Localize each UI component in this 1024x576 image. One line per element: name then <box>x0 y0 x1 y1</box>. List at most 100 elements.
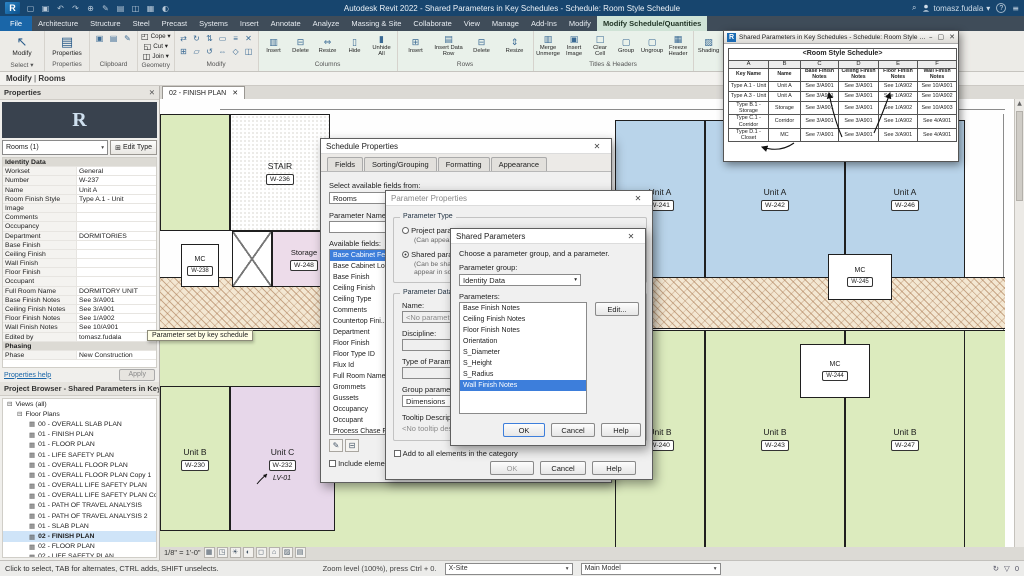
property-row[interactable]: Occupant <box>3 277 156 286</box>
modify-tool-icon[interactable]: ◇ <box>230 47 242 59</box>
property-row[interactable]: Wall Finish NotesSee 10/A901 <box>3 323 156 332</box>
parameter-item[interactable]: Base Finish Notes <box>460 303 586 314</box>
edit-parameter-icon[interactable]: ✎ <box>329 439 343 452</box>
help-icon[interactable]: ? <box>996 3 1006 13</box>
property-row[interactable]: Base Finish NotesSee 3/A901 <box>3 296 156 305</box>
geometry-tool[interactable]: ◱Cut ▾ <box>144 42 168 51</box>
close-icon[interactable]: ✕ <box>949 33 955 41</box>
tree-item[interactable]: ▦01 - PATH OF TRAVEL ANALYSIS 2 <box>3 511 156 521</box>
parameter-item[interactable]: Ceiling Finish Notes <box>460 314 586 325</box>
ribbon-tab[interactable]: Insert <box>234 16 265 31</box>
ok-button[interactable]: OK <box>490 461 534 475</box>
close-icon[interactable]: ✕ <box>232 89 238 97</box>
titles-tool[interactable]: ▢Group <box>615 38 638 54</box>
modify-tool-icon[interactable]: ▱ <box>191 47 203 59</box>
modify-tool-icon[interactable]: ✕ <box>243 34 255 46</box>
tree-item[interactable]: ▦01 - OVERALL LIFE SAFETY PLAN Copy <box>3 491 156 501</box>
room-unit-b[interactable]: Unit BW-230 <box>160 386 230 531</box>
shaft[interactable] <box>232 231 272 287</box>
panel-label-select[interactable]: Select ▾ <box>0 61 44 71</box>
tree-item[interactable]: ⊟Views (all) <box>3 399 156 409</box>
view-control-icon[interactable]: ◐ <box>243 547 254 558</box>
properties-help-link[interactable]: Properties help <box>4 372 51 379</box>
workset-dropdown[interactable]: X-Site▾ <box>445 563 573 575</box>
tree-item[interactable]: ▦00 - OVERALL SLAB PLAN <box>3 419 156 429</box>
view-control-icon[interactable]: ◻ <box>256 547 267 558</box>
room-mc[interactable]: MCW-238 <box>181 244 219 287</box>
quick-access-icon[interactable]: ▣ <box>40 4 51 13</box>
tree-item[interactable]: ▦02 - FINISH PLAN <box>3 531 156 541</box>
view-control-icon[interactable]: ▨ <box>282 547 293 558</box>
scroll-up-icon[interactable]: ▲ <box>1015 99 1024 109</box>
ribbon-tab[interactable]: Annotate <box>265 16 307 31</box>
property-row[interactable]: NameUnit A <box>3 186 156 195</box>
minimize-icon[interactable]: – <box>929 33 933 41</box>
ribbon-tab[interactable]: Manage <box>486 16 525 31</box>
property-row[interactable]: NumberW-237 <box>3 176 156 185</box>
property-row[interactable]: Image <box>3 204 156 213</box>
modify-tool-icon[interactable]: ≡ <box>230 34 242 46</box>
quick-access-icon[interactable]: ▦ <box>145 4 156 13</box>
column-letter[interactable]: F <box>918 61 957 69</box>
clipboard-tool-icon[interactable]: ✎ <box>121 34 134 43</box>
help-button[interactable]: Help <box>601 423 641 437</box>
schedule-window-titlebar[interactable]: R Shared Parameters in Key Schedules - S… <box>724 31 958 44</box>
property-row[interactable]: Base Finish <box>3 241 156 250</box>
column-header[interactable]: Ceiling Finish Notes <box>839 69 879 82</box>
schedule-row[interactable]: Type C.1 - CorridorCorridorSee 3/A901 Se… <box>729 115 957 128</box>
modify-tool-icon[interactable]: ⇔ <box>217 47 229 59</box>
ribbon-tab[interactable]: Collaborate <box>407 16 457 31</box>
columns-tool[interactable]: ▮Unhide All <box>370 35 394 58</box>
property-row[interactable]: Occupancy <box>3 222 156 231</box>
property-row[interactable]: Wall Finish <box>3 259 156 268</box>
tab-file[interactable]: File <box>0 16 32 31</box>
maximize-icon[interactable]: ▢ <box>938 33 945 41</box>
column-letter[interactable]: A <box>729 61 769 69</box>
room-style-schedule-table[interactable]: <Room Style Schedule> ABCDEF Key NameNam… <box>728 48 957 142</box>
quick-access-icon[interactable]: ◐ <box>160 4 171 13</box>
quick-access-icon[interactable]: ↷ <box>70 4 81 13</box>
edit-button[interactable]: Edit... <box>595 302 639 316</box>
property-row[interactable]: Ceiling Finish NotesSee 3/A901 <box>3 305 156 314</box>
rows-tool[interactable]: ⇕Resize <box>500 38 530 54</box>
column-letter[interactable]: C <box>801 61 839 69</box>
column-letter[interactable]: E <box>879 61 918 69</box>
property-row[interactable]: Ceiling Finish <box>3 250 156 259</box>
radio-icon[interactable] <box>402 251 409 258</box>
quick-access-icon[interactable]: ▢ <box>25 4 36 13</box>
dialog-tab[interactable]: Sorting/Grouping <box>364 157 437 171</box>
property-row[interactable]: Phasing <box>3 342 156 351</box>
edit-type-button[interactable]: ⊞Edit Type <box>110 140 157 155</box>
rows-tool[interactable]: ▤Insert Data Row <box>434 35 464 58</box>
ribbon-tab[interactable]: Analyze <box>307 16 346 31</box>
tree-item[interactable]: ▦01 - OVERALL FLOOR PLAN <box>3 460 156 470</box>
room-stair[interactable]: STAIRW-236 <box>230 114 330 231</box>
schedule-row[interactable]: Type B.1 - StorageStorageSee 3/A901 See … <box>729 101 957 114</box>
view-control-icon[interactable]: ▤ <box>295 547 306 558</box>
property-row[interactable]: Edited bytomasz.fudala <box>3 333 156 342</box>
geometry-tool[interactable]: ◫Join ▾ <box>143 52 169 61</box>
view-control-icon[interactable]: ▦ <box>204 547 215 558</box>
parameter-item[interactable]: S_Diameter <box>460 347 586 358</box>
ribbon-tab[interactable]: Massing & Site <box>345 16 407 31</box>
revit-logo-icon[interactable]: R <box>5 2 20 14</box>
quick-access-icon[interactable]: ⊕ <box>85 4 96 13</box>
titles-tool[interactable]: ▦Freeze Header <box>667 35 690 58</box>
scrollbar-thumb[interactable] <box>1016 111 1023 201</box>
parameters-list[interactable]: Base Finish NotesCeiling Finish NotesFlo… <box>459 302 587 414</box>
titles-tool[interactable]: ▣Insert Image <box>563 35 586 58</box>
view-scale[interactable]: 1/8" = 1'-0" <box>164 548 201 557</box>
column-header[interactable]: Key Name <box>729 69 769 82</box>
view-control-icon[interactable]: ⌂ <box>269 547 280 558</box>
parameter-item[interactable]: S_Radius <box>460 369 586 380</box>
quick-access-icon[interactable]: ✎ <box>100 4 111 13</box>
schedule-row[interactable]: Type A.3 - UnitUnit ASee 3/A901 See 3/A9… <box>729 91 957 101</box>
filter-icon[interactable]: ▽ <box>1004 564 1010 573</box>
modify-tool-icon[interactable]: ⇄ <box>178 34 190 46</box>
parameter-item[interactable]: Floor Finish Notes <box>460 325 586 336</box>
column-header[interactable]: Floor Finish Notes <box>879 69 918 82</box>
close-icon[interactable]: ✕ <box>629 194 647 203</box>
column-header[interactable]: Name <box>769 69 801 82</box>
tree-item[interactable]: ▦01 - FINISH PLAN <box>3 430 156 440</box>
parameter-item[interactable]: Wall Finish Notes <box>460 380 586 391</box>
